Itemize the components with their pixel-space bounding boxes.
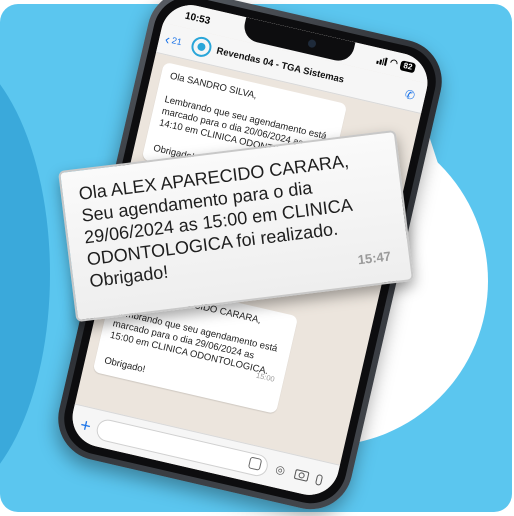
unread-count[interactable]: 21 — [171, 35, 183, 47]
battery-icon: 82 — [399, 59, 417, 73]
status-time: 10:53 — [183, 10, 212, 27]
signal-icon — [376, 55, 389, 66]
camera-icon[interactable] — [293, 468, 310, 482]
status-icons: ◠ 82 — [376, 54, 417, 73]
plus-icon[interactable]: + — [78, 414, 93, 437]
front-camera-icon — [307, 38, 317, 49]
wifi-icon: ◠ — [389, 56, 399, 69]
background-shape — [0, 44, 50, 504]
sticker-icon[interactable] — [247, 456, 263, 471]
payment-icon[interactable]: ◎ — [272, 462, 289, 479]
contact-avatar[interactable] — [189, 34, 214, 59]
call-add-icon[interactable]: ✆ — [403, 87, 416, 103]
microphone-icon[interactable] — [314, 473, 324, 486]
promo-canvas: 10:53 ◠ 82 ‹ 21 Revendas 04 - TGA Sistem… — [0, 0, 514, 516]
